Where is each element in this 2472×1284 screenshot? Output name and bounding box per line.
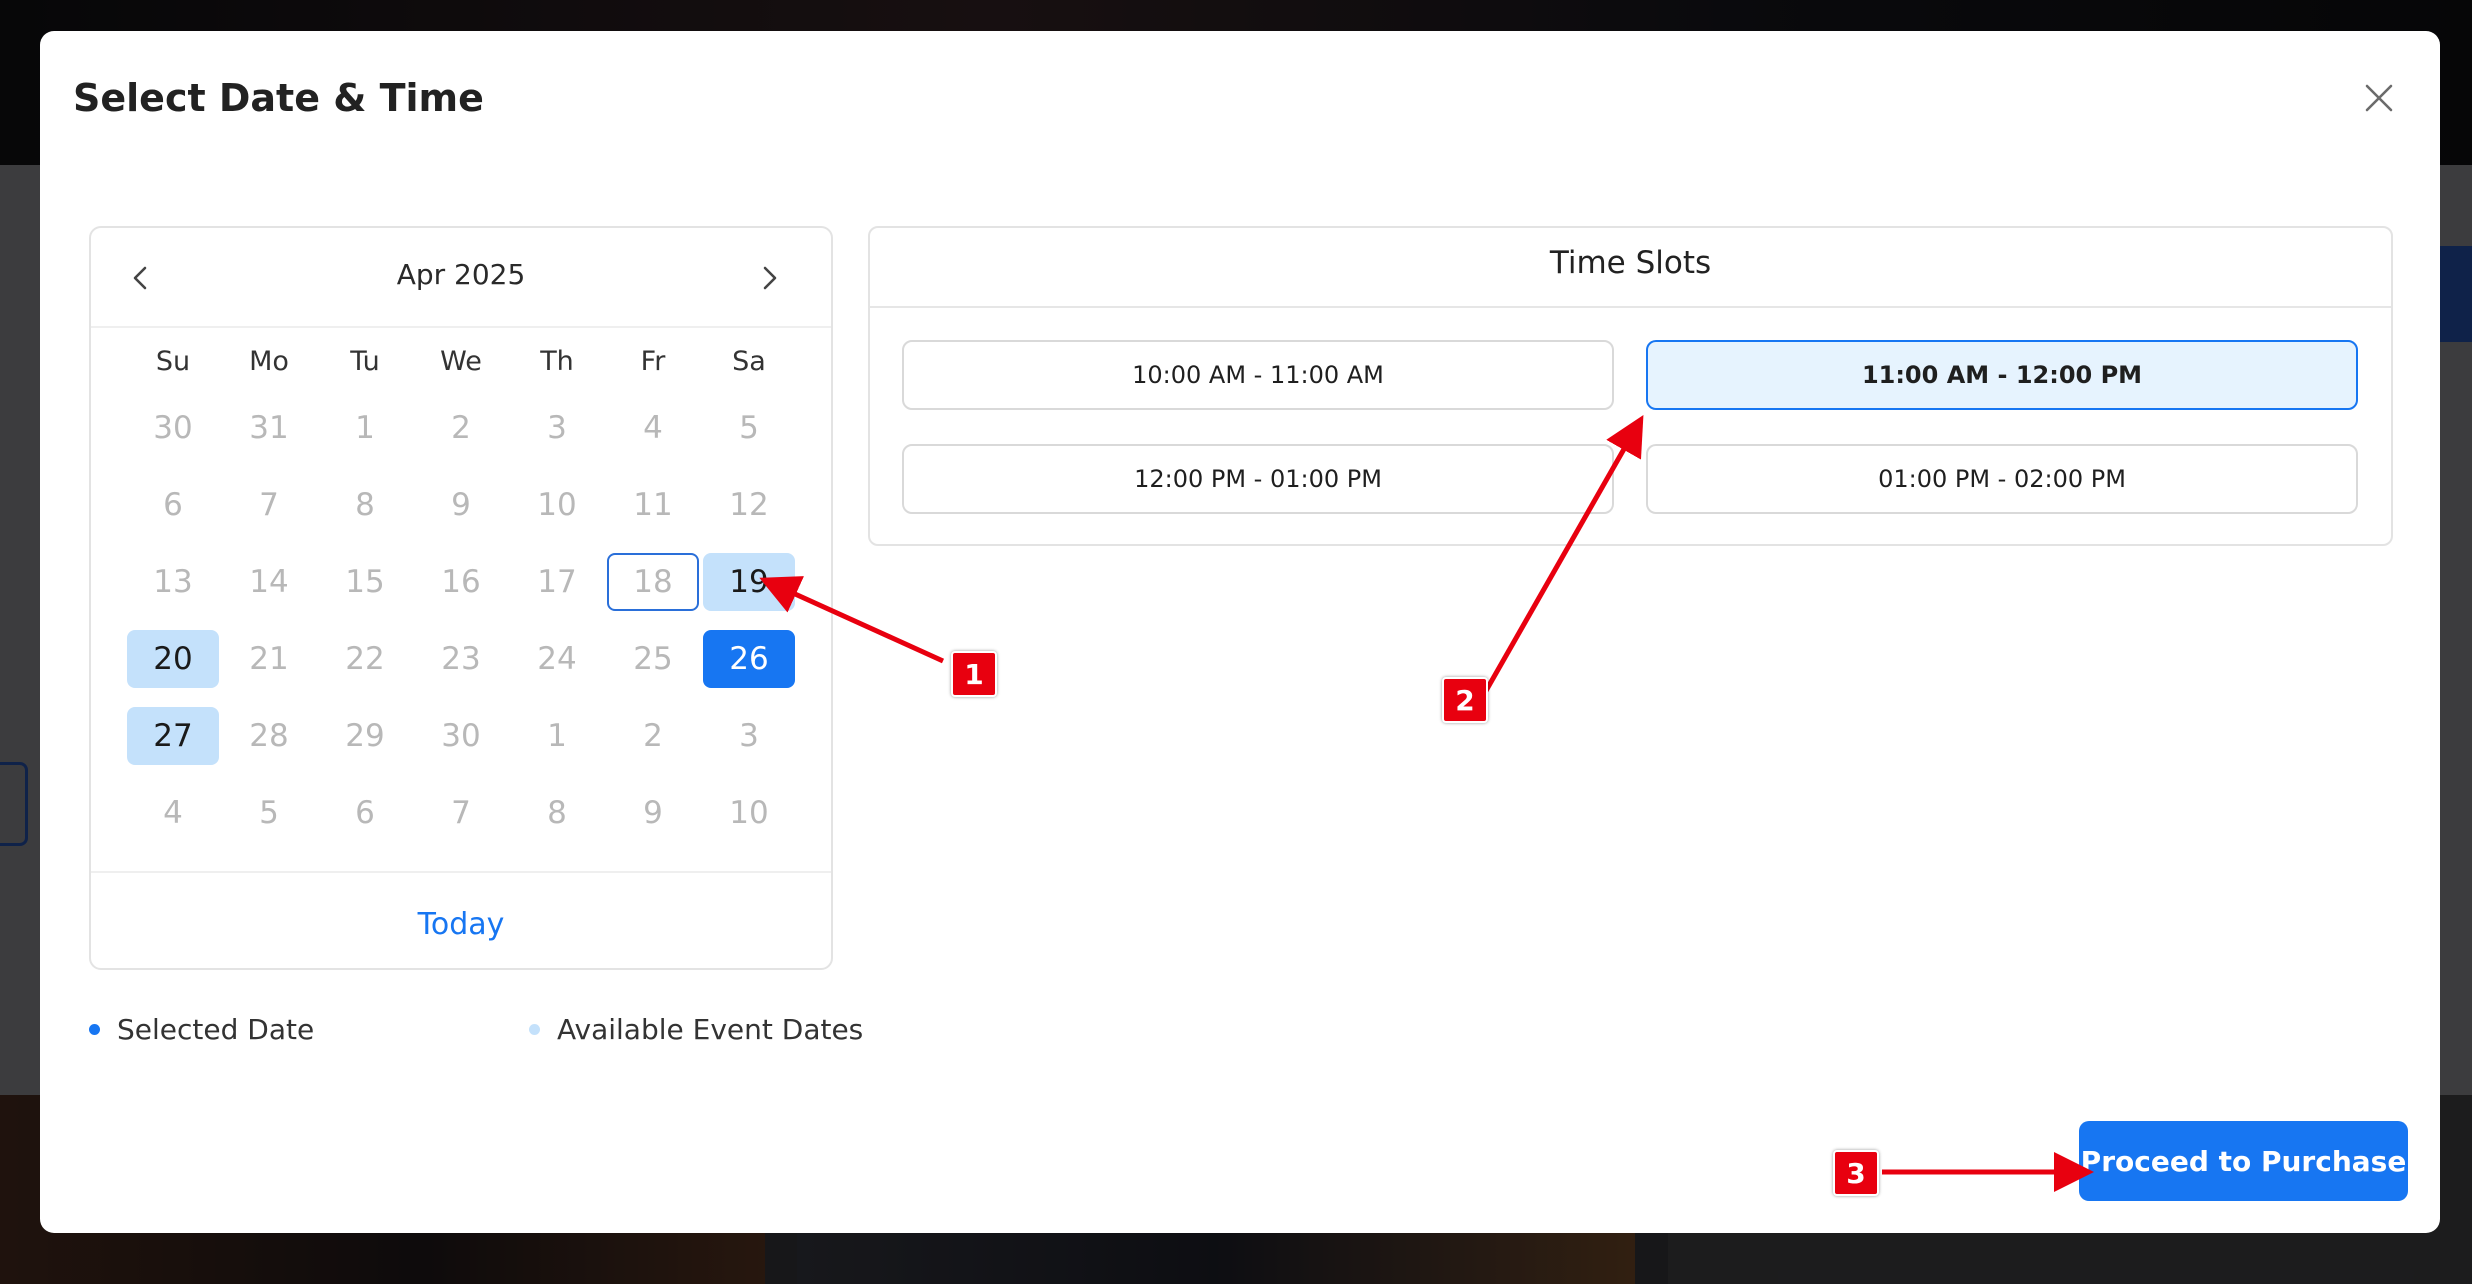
- weekday-header-row: Su Mo Tu We Th Fr Sa: [91, 328, 831, 388]
- calendar-day[interactable]: 23: [415, 630, 507, 688]
- time-slot-button[interactable]: 11:00 AM - 12:00 PM: [1646, 340, 2358, 410]
- calendar-footer: Today: [91, 871, 831, 972]
- calendar-day[interactable]: 19: [703, 553, 795, 611]
- calendar: Apr 2025 Su Mo Tu We Th Fr Sa 30 31 1 2 3 4 5 6 7 8 9 10 1…: [89, 226, 833, 970]
- calendar-day[interactable]: 27: [127, 707, 219, 765]
- calendar-day[interactable]: 4: [127, 784, 219, 842]
- calendar-day[interactable]: 14: [223, 553, 315, 611]
- chevron-right-icon: [763, 266, 777, 290]
- calendar-day[interactable]: 28: [223, 707, 315, 765]
- time-slots-title: Time Slots: [1549, 245, 1712, 281]
- close-icon: [2365, 84, 2393, 112]
- calendar-day[interactable]: 2: [415, 399, 507, 457]
- calendar-day[interactable]: 4: [607, 399, 699, 457]
- calendar-day[interactable]: 2: [607, 707, 699, 765]
- legend-selected-date: Selected Date: [89, 1013, 314, 1046]
- time-slots-panel: Time Slots 10:00 AM - 11:00 AM 11:00 AM …: [868, 226, 2393, 546]
- legend-available-label: Available Event Dates: [557, 1013, 864, 1046]
- legend-available-dates: Available Event Dates: [529, 1013, 863, 1046]
- calendar-day[interactable]: 25: [607, 630, 699, 688]
- calendar-day[interactable]: 21: [223, 630, 315, 688]
- weekday-label: Mo: [249, 346, 289, 377]
- legend-dot-selected: [89, 1024, 100, 1035]
- calendar-day[interactable]: 15: [319, 553, 411, 611]
- calendar-day[interactable]: 18: [607, 553, 699, 611]
- weekday-label: Fr: [640, 346, 666, 377]
- calendar-day[interactable]: 9: [415, 476, 507, 534]
- calendar-day[interactable]: 13: [127, 553, 219, 611]
- annotation-badge-2: 2: [1442, 677, 1488, 723]
- calendar-day[interactable]: 29: [319, 707, 411, 765]
- date-time-modal: Select Date & Time Apr 2025 Su Mo Tu We Th Fr…: [40, 31, 2440, 1233]
- calendar-day[interactable]: 12: [703, 476, 795, 534]
- calendar-day[interactable]: 1: [511, 707, 603, 765]
- calendar-day[interactable]: 20: [127, 630, 219, 688]
- calendar-day[interactable]: 10: [703, 784, 795, 842]
- close-button[interactable]: [2362, 81, 2396, 115]
- weekday-label: We: [440, 346, 482, 377]
- today-link[interactable]: Today: [91, 907, 831, 942]
- calendar-day[interactable]: 3: [511, 399, 603, 457]
- annotation-badge-1: 1: [951, 651, 997, 697]
- legend-dot-available: [529, 1024, 540, 1035]
- weekday-label: Tu: [350, 346, 380, 377]
- modal-title: Select Date & Time: [73, 76, 484, 120]
- calendar-day[interactable]: 30: [127, 399, 219, 457]
- calendar-day[interactable]: 7: [415, 784, 507, 842]
- calendar-day[interactable]: 5: [703, 399, 795, 457]
- next-month-button[interactable]: [749, 258, 789, 298]
- calendar-day[interactable]: 3: [703, 707, 795, 765]
- calendar-day[interactable]: 6: [319, 784, 411, 842]
- weekday-label: Sa: [732, 346, 766, 377]
- time-slot-button[interactable]: 01:00 PM - 02:00 PM: [1646, 444, 2358, 514]
- weekday-label: Su: [155, 346, 191, 377]
- time-slot-button[interactable]: 10:00 AM - 11:00 AM: [902, 340, 1614, 410]
- calendar-day[interactable]: 22: [319, 630, 411, 688]
- calendar-day[interactable]: 26: [703, 630, 795, 688]
- calendar-day[interactable]: 8: [319, 476, 411, 534]
- time-slot-button[interactable]: 12:00 PM - 01:00 PM: [902, 444, 1614, 514]
- proceed-to-purchase-button[interactable]: Proceed to Purchase: [2079, 1121, 2408, 1201]
- time-slots-header: Time Slots: [870, 228, 2391, 308]
- calendar-day[interactable]: 5: [223, 784, 315, 842]
- calendar-day[interactable]: 17: [511, 553, 603, 611]
- calendar-day[interactable]: 10: [511, 476, 603, 534]
- annotation-badge-3: 3: [1833, 1150, 1879, 1196]
- calendar-day[interactable]: 31: [223, 399, 315, 457]
- calendar-month-label: Apr 2025: [396, 258, 526, 291]
- calendar-day[interactable]: 9: [607, 784, 699, 842]
- calendar-day[interactable]: 7: [223, 476, 315, 534]
- calendar-day[interactable]: 11: [607, 476, 699, 534]
- calendar-day[interactable]: 1: [319, 399, 411, 457]
- calendar-day[interactable]: 8: [511, 784, 603, 842]
- calendar-header: Apr 2025: [91, 228, 831, 328]
- calendar-day[interactable]: 16: [415, 553, 507, 611]
- weekday-label: Th: [540, 346, 574, 377]
- calendar-day[interactable]: 6: [127, 476, 219, 534]
- calendar-day[interactable]: 30: [415, 707, 507, 765]
- calendar-day[interactable]: 24: [511, 630, 603, 688]
- legend-selected-label: Selected Date: [117, 1013, 315, 1046]
